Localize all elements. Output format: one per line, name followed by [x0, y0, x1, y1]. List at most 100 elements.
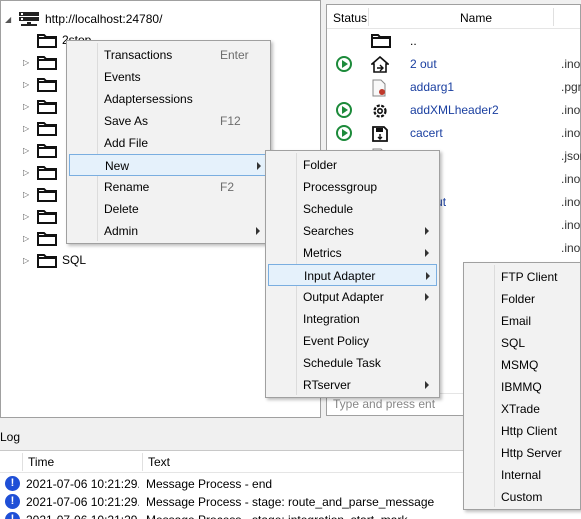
menu-item-events[interactable]: Events	[69, 66, 268, 88]
submenu-arrow-icon	[256, 227, 260, 235]
log-text: Message Process - stage: route_and_parse…	[146, 495, 435, 509]
expand-icon[interactable]: ▷	[23, 256, 37, 265]
file-icon	[371, 79, 387, 100]
menu-item-custom[interactable]: Custom	[466, 486, 578, 508]
column-divider[interactable]	[368, 8, 369, 26]
menu-item-label: Delete	[104, 202, 139, 216]
list-item[interactable]: cacert .ino	[327, 122, 580, 144]
folder-icon	[37, 143, 57, 158]
tree-folder-node[interactable]: ▷	[23, 117, 62, 139]
command-input[interactable]: Type and press ent	[333, 397, 435, 411]
expand-icon[interactable]: ▷	[23, 212, 37, 221]
menu-item-http-client[interactable]: Http Client	[466, 420, 578, 442]
menu-item-label: Events	[104, 70, 141, 84]
menu-item-folder[interactable]: Folder	[466, 288, 578, 310]
play-status-icon[interactable]	[336, 102, 352, 118]
context-menu[interactable]: Transactions Enter Events Adaptersessions Sa…	[66, 40, 271, 244]
tree-folder-node[interactable]: ▷	[23, 205, 62, 227]
expand-icon[interactable]: ▷	[23, 190, 37, 199]
menu-item-label: FTP Client	[501, 270, 558, 284]
menu-item-event-policy[interactable]: Event Policy	[268, 330, 437, 352]
expand-icon[interactable]: ▷	[23, 124, 37, 133]
list-item-extension: .ino	[561, 195, 581, 209]
menu-item-save-as[interactable]: Save As F12	[69, 110, 268, 132]
log-row[interactable]: ! 2021-07-06 10:21:29.9 Message Process - …	[0, 511, 581, 519]
expand-icon[interactable]: ▷	[23, 168, 37, 177]
menu-item-shortcut: F2	[220, 180, 235, 194]
submenu-arrow-icon	[425, 249, 429, 257]
folder-icon	[37, 253, 57, 268]
menu-item-label: Event Policy	[303, 334, 370, 348]
menu-item-schedule-task[interactable]: Schedule Task	[268, 352, 437, 374]
menu-item-label: Adaptersessions	[104, 92, 193, 106]
column-status[interactable]: Status	[333, 11, 367, 25]
list-item[interactable]: addXMLheader2 .ino	[327, 99, 580, 121]
menu-item-email[interactable]: Email	[466, 310, 578, 332]
list-item-extension: .json	[561, 149, 581, 163]
menu-item-rtserver[interactable]: RTserver	[268, 374, 437, 396]
list-item[interactable]: ..	[327, 30, 580, 52]
column-name[interactable]: Name	[460, 11, 492, 25]
menu-item-ibmmq[interactable]: IBMMQ	[466, 376, 578, 398]
menu-item-delete[interactable]: Delete	[69, 198, 268, 220]
folder-icon	[37, 187, 57, 202]
play-status-icon[interactable]	[336, 56, 352, 72]
list-item-extension: .pgm	[561, 80, 581, 94]
menu-item-sql[interactable]: SQL	[466, 332, 578, 354]
tree-folder-node[interactable]: ▷	[23, 139, 62, 161]
folder-icon	[37, 77, 57, 92]
menu-item-input-adapter[interactable]: Input Adapter	[268, 264, 437, 286]
menu-item-folder[interactable]: Folder	[268, 154, 437, 176]
menu-item-xtrade[interactable]: XTrade	[466, 398, 578, 420]
submenu-arrow-icon	[257, 162, 261, 170]
new-submenu[interactable]: Folder Processgroup Schedule Searches Metric…	[265, 150, 440, 398]
menu-item-output-adapter[interactable]: Output Adapter	[268, 286, 437, 308]
tree-folder-node[interactable]: ▷	[23, 73, 62, 95]
menu-item-admin[interactable]: Admin	[69, 220, 268, 242]
menu-item-http-server[interactable]: Http Server	[466, 442, 578, 464]
menu-item-ftp-client[interactable]: FTP Client	[466, 266, 578, 288]
column-divider[interactable]	[553, 8, 554, 26]
info-icon: !	[5, 476, 20, 491]
input-adapter-submenu[interactable]: FTP Client Folder Email SQL MSMQ IBMMQ XTrade H…	[463, 262, 581, 510]
menu-item-processgroup[interactable]: Processgroup	[268, 176, 437, 198]
list-item[interactable]: addarg1 .pgm	[327, 76, 581, 100]
menu-item-add-file[interactable]: Add File	[69, 132, 268, 154]
list-item-name: ..	[410, 34, 417, 48]
list-item[interactable]: 2 out .ino	[327, 53, 580, 75]
menu-item-integration[interactable]: Integration	[268, 308, 437, 330]
menu-item-metrics[interactable]: Metrics	[268, 242, 437, 264]
tree-folder-node[interactable]: ▷	[23, 95, 62, 117]
collapse-icon[interactable]: ◢	[5, 15, 19, 24]
menu-item-msmq[interactable]: MSMQ	[466, 354, 578, 376]
tree-folder-node[interactable]: ▷	[23, 183, 62, 205]
play-status-icon[interactable]	[336, 125, 352, 141]
tree-folder-node[interactable]: ▷	[23, 51, 62, 73]
column-divider[interactable]	[22, 453, 23, 471]
tree-root-node[interactable]: ◢ http://localhost:24780/	[5, 10, 162, 28]
folder-icon	[37, 33, 57, 48]
menu-item-label: Http Client	[501, 424, 558, 438]
expand-icon[interactable]: ▷	[23, 146, 37, 155]
menu-item-rename[interactable]: Rename F2	[69, 176, 268, 198]
menu-item-schedule[interactable]: Schedule	[268, 198, 437, 220]
tree-folder-node[interactable]: ▷ SQL	[23, 249, 86, 271]
menu-item-transactions[interactable]: Transactions Enter	[69, 44, 268, 66]
column-text[interactable]: Text	[148, 455, 170, 469]
menu-item-new[interactable]: New	[69, 154, 268, 176]
menu-item-internal[interactable]: Internal	[466, 464, 578, 486]
column-divider[interactable]	[142, 453, 143, 471]
menu-item-searches[interactable]: Searches	[268, 220, 437, 242]
expand-icon[interactable]: ▷	[23, 102, 37, 111]
tree-folder-node[interactable]: ▷	[23, 161, 62, 183]
tree-folder-node[interactable]: ▷	[23, 227, 62, 249]
menu-item-adaptersessions[interactable]: Adaptersessions	[69, 88, 268, 110]
column-time[interactable]: Time	[28, 455, 54, 469]
menu-item-label: Save As	[104, 114, 149, 128]
expand-icon[interactable]: ▷	[23, 234, 37, 243]
menu-item-label: Rename	[104, 180, 150, 194]
expand-icon[interactable]: ▷	[23, 58, 37, 67]
expand-icon[interactable]: ▷	[23, 80, 37, 89]
list-item-name: addarg1	[410, 80, 455, 94]
log-title: Log	[0, 430, 21, 444]
